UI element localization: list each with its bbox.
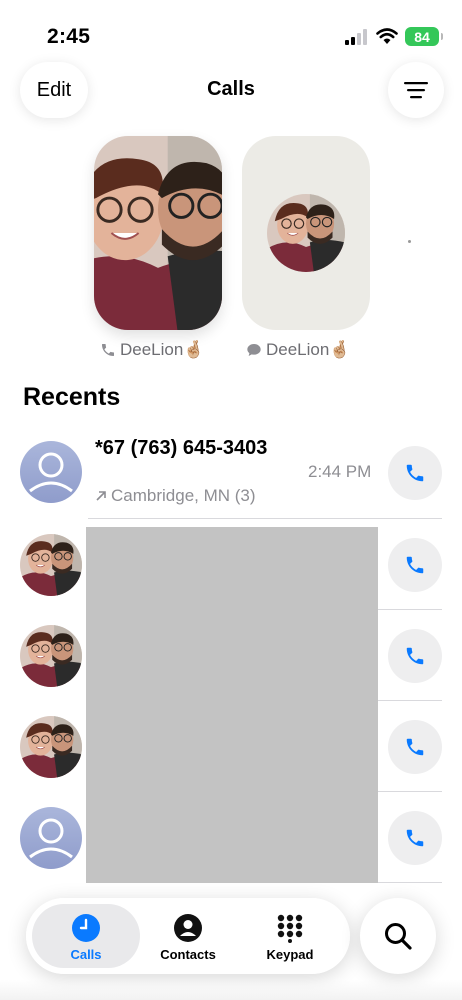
phone-icon	[404, 645, 426, 667]
contact-avatar	[20, 534, 82, 596]
favorite-label-2: DeeLion🤞🏼	[246, 340, 351, 360]
call-time: 2:44 PM	[308, 462, 372, 481]
battery-indicator: 84	[405, 27, 443, 46]
battery-level: 84	[414, 28, 430, 45]
wifi-icon	[376, 28, 398, 44]
call-meta: Cambridge, MN (3)	[95, 486, 256, 506]
call-back-button[interactable]	[388, 720, 442, 774]
favorite-card-2[interactable]	[242, 136, 370, 330]
contact-photo	[94, 136, 222, 330]
clock-icon	[72, 914, 100, 942]
tab-label: Keypad	[266, 947, 314, 962]
favorite-label-1: DeeLion🤞🏼	[100, 340, 205, 360]
contact-avatar	[20, 441, 82, 503]
call-back-button[interactable]	[388, 446, 442, 500]
filter-icon	[404, 82, 428, 99]
tab-keypad[interactable]: Keypad	[236, 904, 344, 968]
recents-title: Recents	[23, 383, 121, 411]
phone-icon	[404, 827, 426, 849]
favorite-name: DeeLion🤞🏼	[266, 340, 351, 359]
favorite-name: DeeLion🤞🏼	[120, 340, 205, 359]
contact-avatar	[20, 625, 82, 687]
tab-label: Contacts	[160, 947, 216, 962]
call-back-button[interactable]	[388, 629, 442, 683]
contact-avatar	[20, 807, 82, 869]
phone-icon	[404, 554, 426, 576]
phone-icon	[404, 736, 426, 758]
status-bar: 2:45 84	[0, 0, 462, 60]
tab-calls[interactable]: Calls	[32, 904, 140, 968]
bottom-fade	[0, 980, 462, 1000]
favorite-card-1[interactable]	[94, 136, 222, 330]
person-circle-icon	[174, 914, 202, 942]
outgoing-arrow-icon	[96, 491, 106, 501]
keypad-icon	[277, 914, 303, 943]
caller-name[interactable]: *67 (763) 645-3403	[95, 436, 305, 461]
tab-label: Calls	[70, 947, 102, 962]
divider	[88, 518, 442, 519]
search-button[interactable]	[360, 898, 436, 974]
contact-photo	[267, 194, 345, 272]
call-back-button[interactable]	[388, 811, 442, 865]
page-dot	[408, 240, 411, 243]
phone-icon	[404, 462, 426, 484]
filter-button[interactable]	[388, 62, 444, 118]
call-back-button[interactable]	[388, 538, 442, 592]
search-icon	[385, 923, 412, 950]
status-time: 2:45	[47, 25, 91, 48]
contact-avatar	[20, 716, 82, 778]
message-icon	[247, 344, 261, 356]
signal-icon	[345, 29, 367, 45]
redacted-area	[86, 527, 378, 883]
tab-bar: Calls Contacts Keypad	[26, 898, 350, 974]
call-location: Cambridge, MN (3)	[111, 486, 256, 505]
tab-contacts[interactable]: Contacts	[134, 904, 242, 968]
phone-icon	[100, 342, 116, 358]
